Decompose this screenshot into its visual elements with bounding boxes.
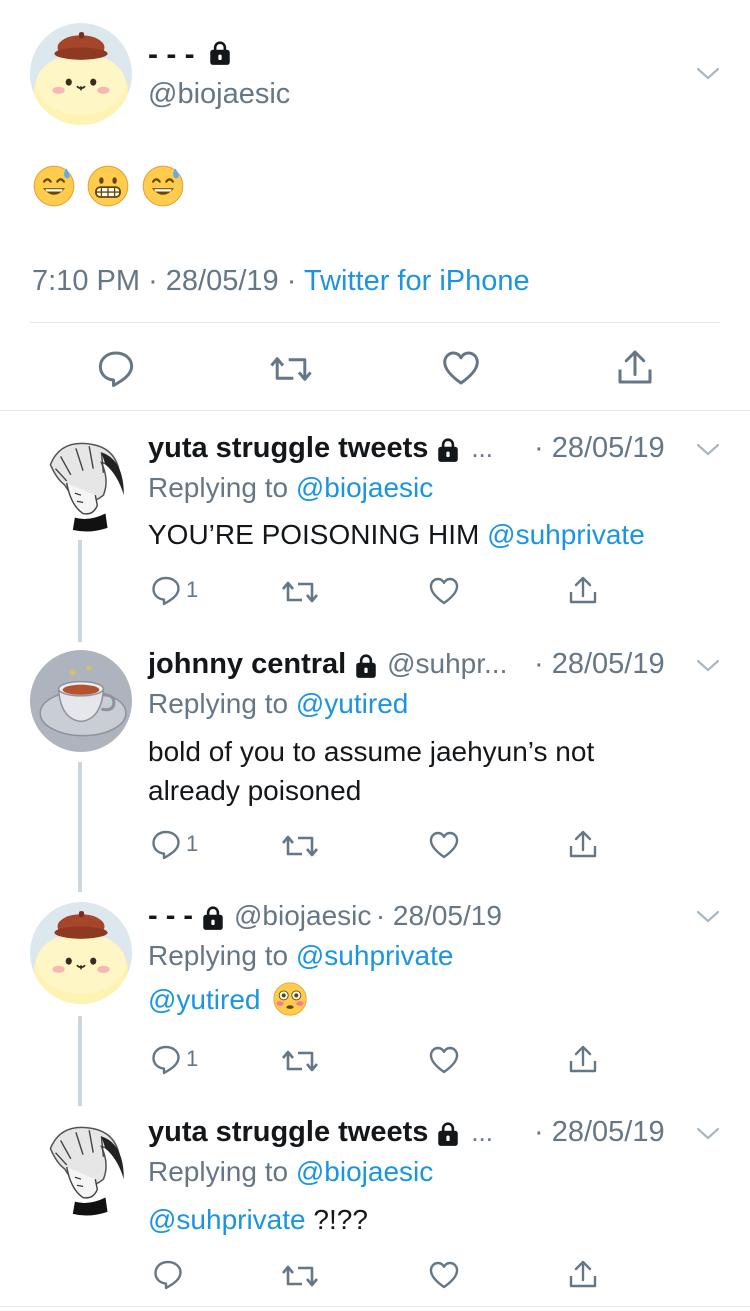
display-name[interactable]: - - - bbox=[148, 900, 193, 932]
divider bbox=[0, 410, 750, 411]
replying-to-label: Replying to bbox=[148, 940, 289, 971]
replying-to-mention[interactable]: @yutired bbox=[296, 688, 408, 719]
avatar[interactable] bbox=[30, 1118, 132, 1220]
chevron-down-icon[interactable] bbox=[696, 659, 720, 673]
chevron-down-icon[interactable] bbox=[696, 67, 720, 81]
tweet-text: @yutired bbox=[148, 984, 308, 1017]
replying-to: Replying to @biojaesic bbox=[148, 1156, 433, 1188]
retweet-icon[interactable] bbox=[280, 830, 320, 862]
tweet-date: · 28/05/19 bbox=[534, 1116, 665, 1148]
retweet-icon[interactable] bbox=[268, 350, 314, 388]
reply-action[interactable]: 1 bbox=[150, 828, 198, 860]
lock-icon bbox=[353, 652, 379, 680]
divider bbox=[0, 1306, 750, 1307]
avatar[interactable] bbox=[30, 902, 132, 1004]
meta-separator: · bbox=[286, 265, 297, 297]
share-icon[interactable] bbox=[567, 574, 599, 606]
reply-action[interactable]: 1 bbox=[150, 574, 198, 606]
divider bbox=[30, 322, 720, 323]
share-icon[interactable] bbox=[567, 1258, 599, 1290]
like-icon[interactable] bbox=[428, 829, 460, 861]
pompompurin-avatar-icon bbox=[30, 23, 132, 125]
display-name[interactable]: yuta struggle tweets bbox=[148, 1116, 428, 1148]
grinning-sweat-emoji-icon bbox=[141, 164, 185, 208]
tweet-text: YOU’RE POISONING HIM @suhprivate bbox=[148, 519, 645, 551]
mention-link[interactable]: @suhprivate bbox=[148, 1204, 306, 1235]
lock-icon bbox=[207, 39, 233, 67]
handle[interactable]: ... bbox=[471, 433, 493, 463]
like-icon[interactable] bbox=[428, 1259, 460, 1291]
handle[interactable]: ... bbox=[471, 1117, 493, 1147]
like-icon[interactable] bbox=[428, 575, 460, 607]
retweet-icon[interactable] bbox=[280, 1045, 320, 1077]
reply-icon[interactable] bbox=[152, 1258, 184, 1290]
tweet-date: 28/05/19 bbox=[165, 265, 279, 297]
replying-to: Replying to @biojaesic bbox=[148, 472, 433, 504]
handle[interactable]: @biojaesic bbox=[234, 900, 371, 931]
replying-to-label: Replying to bbox=[148, 472, 289, 503]
lock-icon bbox=[200, 904, 226, 932]
replying-to-mention[interactable]: @biojaesic bbox=[296, 1156, 433, 1187]
tweet-text-content: YOU’RE POISONING HIM bbox=[148, 519, 480, 550]
share-icon[interactable] bbox=[615, 347, 655, 387]
replying-to-label: Replying to bbox=[148, 1156, 289, 1187]
share-icon[interactable] bbox=[567, 1043, 599, 1075]
reply-icon[interactable] bbox=[150, 828, 182, 860]
replying-to: Replying to @suhprivate bbox=[148, 940, 453, 972]
pompompurin-avatar-icon bbox=[30, 902, 132, 1004]
chevron-down-icon[interactable] bbox=[696, 910, 720, 924]
mention-link[interactable]: @yutired bbox=[148, 984, 260, 1015]
reply-action[interactable]: 1 bbox=[150, 1043, 198, 1075]
tweet-date: · 28/05/19 bbox=[375, 900, 502, 931]
lock-icon bbox=[435, 1120, 461, 1148]
thread-line bbox=[78, 540, 82, 642]
tweet-text-content: ?!?? bbox=[313, 1204, 368, 1235]
sketch-avatar-icon bbox=[30, 1118, 132, 1220]
thread-line bbox=[78, 762, 82, 892]
tweet-body bbox=[32, 164, 185, 208]
replying-to-mention[interactable]: @biojaesic bbox=[296, 472, 433, 503]
grimacing-emoji-icon bbox=[86, 164, 130, 208]
share-icon[interactable] bbox=[567, 828, 599, 860]
reply-count: 1 bbox=[186, 1046, 199, 1071]
like-icon[interactable] bbox=[441, 348, 481, 388]
chevron-down-icon[interactable] bbox=[696, 443, 720, 457]
tweet-date: · 28/05/19 bbox=[534, 648, 665, 680]
display-name[interactable]: yuta struggle tweets bbox=[148, 432, 428, 464]
like-icon[interactable] bbox=[428, 1044, 460, 1076]
tweet-source-link[interactable]: Twitter for iPhone bbox=[304, 265, 530, 297]
tweet-time: 7:10 PM bbox=[32, 265, 140, 297]
handle[interactable]: @suhpr... bbox=[387, 648, 507, 679]
reply-count: 1 bbox=[186, 831, 199, 856]
teacup-avatar-icon bbox=[30, 650, 132, 752]
thread-line bbox=[78, 1016, 82, 1106]
retweet-icon[interactable] bbox=[280, 576, 320, 608]
tweet-text: @suhprivate ?!?? bbox=[148, 1204, 368, 1236]
reply-icon[interactable] bbox=[150, 1043, 182, 1075]
replying-to-label: Replying to bbox=[148, 688, 289, 719]
replying-to: Replying to @yutired bbox=[148, 688, 408, 720]
reply-count: 1 bbox=[186, 577, 199, 602]
display-name[interactable]: - - - bbox=[148, 38, 195, 71]
avatar[interactable] bbox=[30, 23, 132, 125]
tweet-date: · 28/05/19 bbox=[534, 432, 665, 464]
grinning-sweat-emoji-icon bbox=[32, 164, 76, 208]
sketch-avatar-icon bbox=[30, 434, 132, 536]
replying-to-mention[interactable]: @suhprivate bbox=[296, 940, 454, 971]
tweet-text-line: already poisoned bbox=[148, 775, 362, 806]
avatar[interactable] bbox=[30, 434, 132, 536]
reply-icon[interactable] bbox=[150, 574, 182, 606]
lock-icon bbox=[435, 436, 461, 464]
display-name[interactable]: johnny central bbox=[148, 648, 346, 680]
flushed-emoji-icon bbox=[272, 981, 308, 1017]
retweet-icon[interactable] bbox=[280, 1260, 320, 1292]
mention-link[interactable]: @suhprivate bbox=[487, 519, 645, 550]
meta-separator: · bbox=[148, 265, 158, 297]
chevron-down-icon[interactable] bbox=[696, 1127, 720, 1141]
tweet-meta: 7:10 PM · 28/05/19 · Twitter for iPhone bbox=[32, 265, 530, 298]
avatar[interactable] bbox=[30, 650, 132, 752]
tweet-text-line: bold of you to assume jaehyun’s not bbox=[148, 736, 595, 767]
reply-icon[interactable] bbox=[96, 348, 136, 388]
handle[interactable]: @biojaesic bbox=[148, 78, 290, 111]
